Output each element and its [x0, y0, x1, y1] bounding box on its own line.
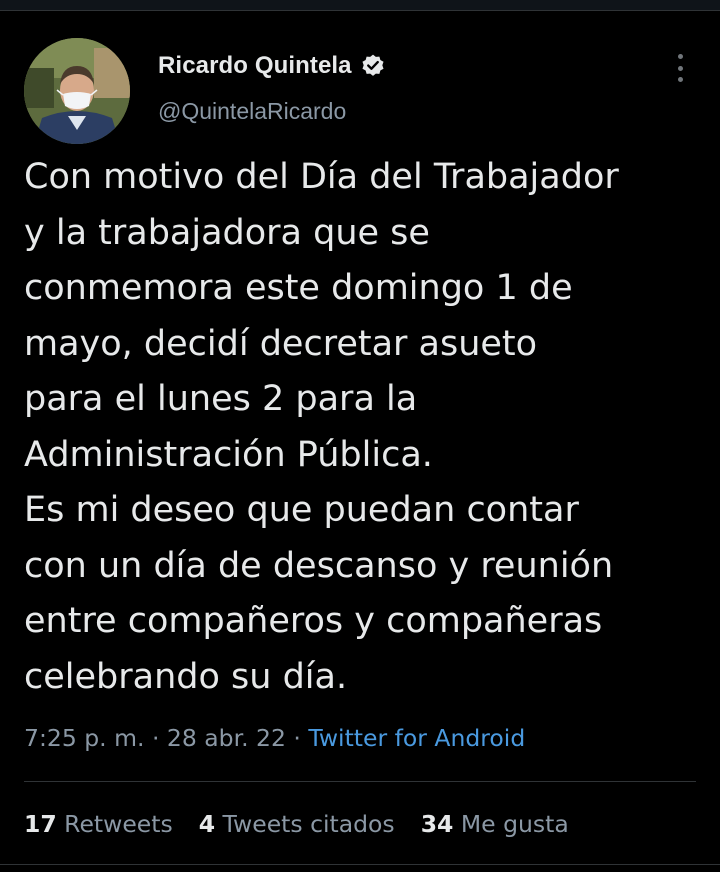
likes-count: 34	[420, 810, 454, 838]
more-options-icon[interactable]	[670, 54, 690, 82]
quote-tweets-stat[interactable]: 4 Tweets citados	[199, 810, 395, 838]
tweet-source-link[interactable]: Twitter for Android	[308, 724, 525, 752]
bottom-divider	[0, 864, 720, 865]
quote-tweets-count: 4	[198, 810, 216, 838]
tweet-meta: 7:25 p. m. · 28 abr. 22 · Twitter for An…	[24, 724, 525, 752]
retweets-label: Retweets	[56, 810, 173, 838]
author-handle[interactable]: @QuintelaRicardo	[158, 98, 346, 125]
avatar-photo	[24, 38, 130, 144]
author-name[interactable]: Ricardo Quintela	[158, 52, 352, 80]
avatar[interactable]	[24, 38, 130, 144]
author-name-row[interactable]: Ricardo Quintela	[158, 52, 386, 80]
more-dot	[677, 77, 683, 82]
tweet-text: Con motivo del Día del Trabajador y la t…	[24, 157, 619, 697]
tweet-time[interactable]: 7:25 p. m.	[24, 724, 144, 752]
quote-tweets-label: Tweets citados	[215, 810, 395, 838]
top-divider	[0, 0, 720, 11]
tweet-date[interactable]: 28 abr. 22	[167, 724, 286, 752]
retweets-count: 17	[24, 810, 57, 838]
stats-divider	[24, 781, 696, 782]
likes-stat[interactable]: 34 Me gusta	[421, 810, 569, 838]
meta-separator: ·	[144, 724, 167, 752]
more-dot	[677, 65, 683, 71]
retweets-stat[interactable]: 17 Retweets	[24, 810, 173, 838]
verified-badge-icon	[360, 53, 386, 79]
tweet-stats: 17 Retweets 4 Tweets citados 34 Me gusta	[24, 810, 569, 838]
meta-separator: ·	[285, 724, 309, 752]
more-dot	[677, 54, 683, 59]
likes-label: Me gusta	[453, 810, 569, 838]
